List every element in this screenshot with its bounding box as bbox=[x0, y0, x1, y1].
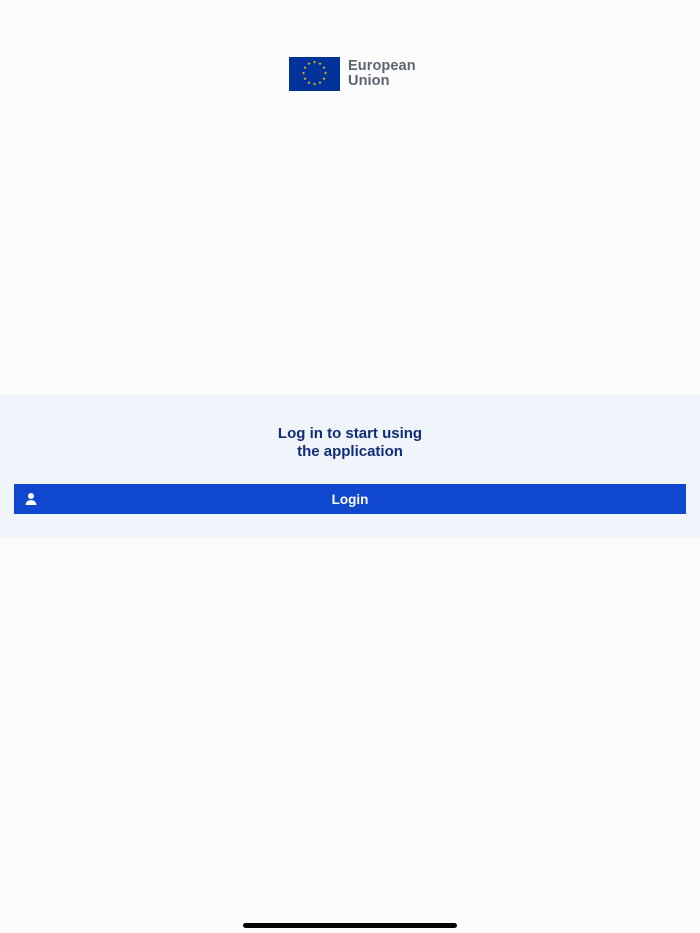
svg-text:★: ★ bbox=[303, 76, 307, 81]
svg-text:★: ★ bbox=[313, 60, 317, 65]
svg-text:★: ★ bbox=[318, 80, 322, 85]
home-indicator[interactable] bbox=[243, 923, 457, 928]
login-prompt-line-2: the application bbox=[297, 443, 403, 460]
svg-text:★: ★ bbox=[302, 71, 306, 76]
svg-text:★: ★ bbox=[313, 82, 317, 87]
svg-text:★: ★ bbox=[322, 65, 326, 70]
svg-text:★: ★ bbox=[324, 71, 328, 76]
logo-line-2: Union bbox=[348, 73, 390, 89]
login-button[interactable]: Login bbox=[14, 484, 686, 514]
eu-logo: ★ ★ ★ ★ ★ ★ ★ ★ ★ ★ ★ ★ European Union bbox=[289, 57, 416, 91]
svg-text:★: ★ bbox=[322, 76, 326, 81]
login-button-label: Login bbox=[331, 491, 369, 507]
svg-text:★: ★ bbox=[307, 61, 311, 66]
logo-wordmark: European Union bbox=[348, 59, 416, 89]
login-prompt: Log in to start using the application bbox=[0, 425, 700, 461]
user-icon bbox=[25, 493, 37, 505]
login-prompt-line-1: Log in to start using bbox=[277, 425, 423, 442]
login-panel: Log in to start using the application Lo… bbox=[0, 395, 700, 538]
eu-flag-icon: ★ ★ ★ ★ ★ ★ ★ ★ ★ ★ ★ ★ bbox=[289, 57, 340, 91]
svg-text:★: ★ bbox=[307, 80, 311, 85]
logo-line-1: European bbox=[348, 58, 416, 74]
